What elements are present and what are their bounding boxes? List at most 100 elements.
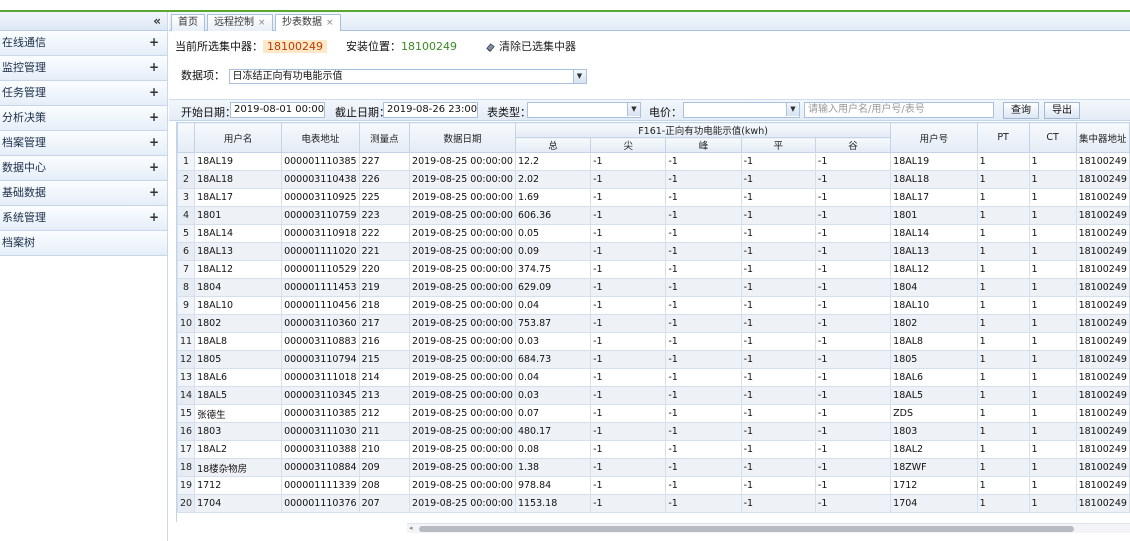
table-row[interactable]: 1 18AL19 000001110385 227 2019-08-25 00:00:0… [177,152,1130,171]
expand-icon[interactable]: + [149,131,159,154]
table-row[interactable]: 11 18AL8 000003110883 216 2019-08-25 00:00:0… [177,332,1130,351]
column-header-ct[interactable]: CT [1028,122,1077,153]
table-row[interactable]: 3 18AL17 000003110925 225 2019-08-25 00:00:0… [177,188,1130,207]
column-header-user-number[interactable]: 用户号 [890,122,978,153]
chevron-down-icon[interactable]: ▼ [572,69,586,83]
tab-remote-control[interactable]: 远程控制 × [207,14,273,31]
concentrator-cell: 18100249 [1075,152,1130,171]
total-cell: 1153.18 [514,494,592,513]
scroll-left-icon[interactable]: ◂ [409,524,413,532]
pt-cell: 1 [976,224,1030,243]
tab-home[interactable]: 首页 [171,14,205,31]
peak-cell: -1 [665,458,742,477]
close-icon[interactable]: × [258,18,266,28]
expand-icon[interactable]: + [149,156,159,179]
row-number: 15 [177,404,196,423]
table-row[interactable]: 4 1801 000003110759 223 2019-08-25 00:00:00 6… [177,206,1130,225]
sidebar-item-archive-tree[interactable]: 档案树 [0,231,167,256]
table-row[interactable]: 15 张德生 000003110385 212 2019-08-25 00:00:00 0… [177,404,1130,423]
sidebar-item-task[interactable]: 任务管理 + [0,81,167,106]
table-row[interactable]: 13 18AL6 000003111018 214 2019-08-25 00:00:0… [177,368,1130,387]
ct-cell: 1 [1028,458,1077,477]
column-header-concentrator[interactable]: 集中器地址 [1075,122,1130,153]
row-number: 17 [177,440,196,459]
sidebar-item-monitor[interactable]: 监控管理 + [0,56,167,81]
sidebar-item-analysis[interactable]: 分析决策 + [0,106,167,131]
table-row[interactable]: 20 1704 000001110376 207 2019-08-25 00:00:00… [177,494,1130,513]
user-number-cell: 1704 [890,494,978,513]
table-row[interactable]: 9 18AL10 000001110456 218 2019-08-25 00:00:0… [177,296,1130,315]
table-row[interactable]: 14 18AL5 000003110345 213 2019-08-25 00:00:0… [177,386,1130,405]
collapse-icon[interactable]: « [153,14,161,28]
table-row[interactable]: 6 18AL13 000001111020 221 2019-08-25 00:00:0… [177,242,1130,261]
query-button[interactable]: 查询 [1003,102,1039,119]
pt-cell: 1 [976,368,1030,387]
expand-icon[interactable]: + [149,181,159,204]
measure-point-cell: 226 [358,170,411,189]
column-header-username[interactable]: 用户名 [194,122,283,153]
search-input[interactable]: 请输入用户名/用户号/表号 [804,102,994,118]
table-row[interactable]: 17 18AL2 000003110388 210 2019-08-25 00:00:0… [177,440,1130,459]
column-header-flat[interactable]: 平 [740,137,816,153]
sidebar-item-archive[interactable]: 档案管理 + [0,131,167,156]
data-date-cell: 2019-08-25 00:00:00 [409,260,516,279]
username-cell: 18AL19 [194,152,283,171]
sidebar-item-base-data[interactable]: 基础数据 + [0,181,167,206]
user-number-cell: 18AL2 [890,440,978,459]
column-header-total[interactable]: 总 [514,137,592,153]
chevron-down-icon[interactable]: ▼ [786,103,799,116]
start-date-input[interactable]: 2019-08-01 00:00:00 [230,102,325,118]
close-icon[interactable]: × [326,18,334,28]
concentrator-cell: 18100249 [1075,368,1130,387]
peak-cell: -1 [665,152,742,171]
column-header-measure-point[interactable]: 测量点 [358,122,411,153]
table-row[interactable]: 12 1805 000003110794 215 2019-08-25 00:00:00… [177,350,1130,369]
table-row[interactable]: 10 1802 000003110360 217 2019-08-25 00:00:00… [177,314,1130,333]
scrollbar-thumb[interactable] [419,526,1074,532]
measure-point-cell: 220 [358,260,411,279]
column-header-sharp[interactable]: 尖 [590,137,667,153]
sidebar-item-online-comm[interactable]: 在线通信 + [0,31,167,56]
price-select[interactable]: ▼ [683,102,800,118]
horizontal-scrollbar[interactable]: ◂ [407,523,1130,533]
table-row[interactable]: 18 18楼杂物房 000003110884 209 2019-08-25 00:00:… [177,458,1130,477]
data-date-cell: 2019-08-25 00:00:00 [409,440,516,459]
flat-cell: -1 [740,188,816,207]
expand-icon[interactable]: + [149,106,159,129]
column-header-pt[interactable]: PT [976,122,1030,153]
column-header-meter-address[interactable]: 电表地址 [281,122,360,153]
meter-address-cell: 000003110388 [281,440,360,459]
expand-icon[interactable]: + [149,81,159,104]
ct-cell: 1 [1028,242,1077,261]
data-date-cell: 2019-08-25 00:00:00 [409,224,516,243]
table-row[interactable]: 7 18AL12 000001110529 220 2019-08-25 00:00:0… [177,260,1130,279]
expand-icon[interactable]: + [149,31,159,54]
end-date-input[interactable]: 2019-08-26 23:00:47 [383,102,478,118]
table-row[interactable]: 5 18AL14 000003110918 222 2019-08-25 00:00:0… [177,224,1130,243]
tab-meter-data[interactable]: 抄表数据 × [275,14,341,31]
export-button[interactable]: 导出 [1044,102,1080,119]
measure-point-cell: 207 [358,494,411,513]
meter-type-select[interactable]: ▼ [527,102,641,118]
table-row[interactable]: 16 1803 000003111030 211 2019-08-25 00:00:00… [177,422,1130,441]
expand-icon[interactable]: + [149,206,159,229]
meter-address-cell: 000003110385 [281,404,360,423]
data-date-cell: 2019-08-25 00:00:00 [409,458,516,477]
chevron-down-icon[interactable]: ▼ [627,103,640,116]
clear-concentrator-link[interactable]: 清除已选集中器 [485,38,576,54]
table-row[interactable]: 19 1712 000001111339 208 2019-08-25 00:00:00… [177,476,1130,495]
valley-cell: -1 [814,278,892,297]
peak-cell: -1 [665,440,742,459]
concentrator-cell: 18100249 [1075,260,1130,279]
sidebar-item-data-center[interactable]: 数据中心 + [0,156,167,181]
data-item-select[interactable]: 日冻结正向有功电能示值 ▼ [228,68,587,84]
column-header-peak[interactable]: 峰 [665,137,742,153]
meter-address-cell: 000001110385 [281,152,360,171]
expand-icon[interactable]: + [149,56,159,79]
row-number: 9 [177,296,196,315]
column-header-valley[interactable]: 谷 [814,137,892,153]
column-header-data-date[interactable]: 数据日期 [409,122,516,153]
sidebar-item-system[interactable]: 系统管理 + [0,206,167,231]
table-row[interactable]: 8 1804 000001111453 219 2019-08-25 00:00:00 6… [177,278,1130,297]
table-row[interactable]: 2 18AL18 000003110438 226 2019-08-25 00:00:0… [177,170,1130,189]
